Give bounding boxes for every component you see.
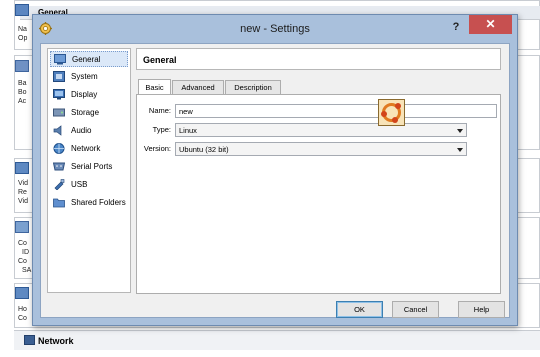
sidebar-item-system[interactable]: System <box>50 69 128 85</box>
type-select-value: Linux <box>179 126 197 135</box>
sidebar-item-label: USB <box>71 180 88 189</box>
type-select[interactable]: Linux <box>175 123 467 137</box>
version-label: Version: <box>143 144 171 153</box>
sidebar-item-label: System <box>71 72 98 81</box>
name-field[interactable] <box>175 104 497 118</box>
sidebar-item-serial-ports[interactable]: Serial Ports <box>50 159 128 175</box>
version-select[interactable]: Ubuntu (32 bit) <box>175 142 467 156</box>
sidebar-item-label: Shared Folders <box>71 198 126 207</box>
bg-network-label: Network <box>38 336 74 346</box>
sidebar-item-label: General <box>72 55 101 64</box>
display-icon <box>53 89 65 100</box>
page-title: General <box>143 55 177 65</box>
tab-basic[interactable]: Basic <box>138 79 171 94</box>
dialog-client-area: General System Display Storage Audio Net… <box>40 43 510 318</box>
network-icon <box>24 335 35 345</box>
sidebar-item-label: Storage <box>71 108 100 117</box>
settings-dialog: new - Settings ? ✕ General System Displa… <box>32 14 518 326</box>
bg-line: Re <box>18 189 27 196</box>
ubuntu-os-icon <box>378 99 405 126</box>
bg-storage-icon <box>15 221 29 233</box>
tab-description[interactable]: Description <box>225 80 281 94</box>
shared-folders-icon <box>53 198 65 208</box>
sidebar-item-shared-folders[interactable]: Shared Folders <box>50 195 128 211</box>
sidebar-item-label: Network <box>71 144 101 153</box>
sidebar-item-label: Display <box>71 90 98 99</box>
sidebar-item-network[interactable]: Network <box>50 141 128 157</box>
bg-line: Vid <box>18 198 28 205</box>
title-bar[interactable]: new - Settings ? ✕ <box>33 15 517 43</box>
page-header: General <box>136 48 501 70</box>
sidebar-item-general[interactable]: General <box>50 51 128 67</box>
sidebar-item-display[interactable]: Display <box>50 87 128 103</box>
bg-line: Bo <box>18 89 27 96</box>
title-help-button[interactable]: ? <box>449 20 463 34</box>
sidebar-item-label: Audio <box>71 126 92 135</box>
sidebar-item-audio[interactable]: Audio <box>50 123 128 139</box>
system-icon <box>53 71 65 82</box>
bg-line: Ba <box>18 80 27 87</box>
chevron-down-icon <box>457 148 463 152</box>
window-title: new - Settings <box>240 23 310 35</box>
bg-line: Ho <box>18 306 27 313</box>
close-button[interactable]: ✕ <box>469 15 512 34</box>
bg-line: SA <box>22 267 32 274</box>
sidebar-item-storage[interactable]: Storage <box>50 105 128 121</box>
version-select-value: Ubuntu (32 bit) <box>179 145 229 154</box>
general-icon <box>54 54 66 65</box>
usb-icon <box>54 179 65 190</box>
cancel-button[interactable]: Cancel <box>392 301 439 318</box>
chevron-down-icon <box>457 129 463 133</box>
settings-category-list: General System Display Storage Audio Net… <box>47 48 131 293</box>
bg-system-icon <box>15 60 29 72</box>
bg-line: Ac <box>18 98 27 105</box>
audio-icon <box>53 125 62 136</box>
bg-line: Co <box>18 315 27 322</box>
ok-button[interactable]: OK <box>336 301 383 318</box>
bg-display-icon <box>15 162 29 174</box>
bg-line: Vid <box>18 180 28 187</box>
help-button[interactable]: Help <box>458 301 505 318</box>
sidebar-item-label: Serial Ports <box>71 162 113 171</box>
storage-icon <box>53 108 65 117</box>
tab-advanced[interactable]: Advanced <box>172 80 224 94</box>
network-icon <box>53 143 65 154</box>
bg-line: Na <box>18 26 27 33</box>
name-label: Name: <box>148 106 171 115</box>
bg-line: Co <box>18 240 27 247</box>
serial-ports-icon <box>53 162 65 171</box>
bg-line: Co <box>18 258 27 265</box>
bg-line: Op <box>18 35 28 42</box>
bg-line: ID <box>22 249 29 256</box>
bg-general-icon <box>15 4 29 16</box>
bg-audio-icon <box>15 287 29 299</box>
type-label: Type: <box>152 125 171 134</box>
bg-network-header[interactable]: Network <box>14 330 540 350</box>
basic-tab-panel: Name: Type: Linux Version: Ubuntu (32 bi… <box>136 94 501 294</box>
sidebar-item-usb[interactable]: USB <box>50 177 128 193</box>
